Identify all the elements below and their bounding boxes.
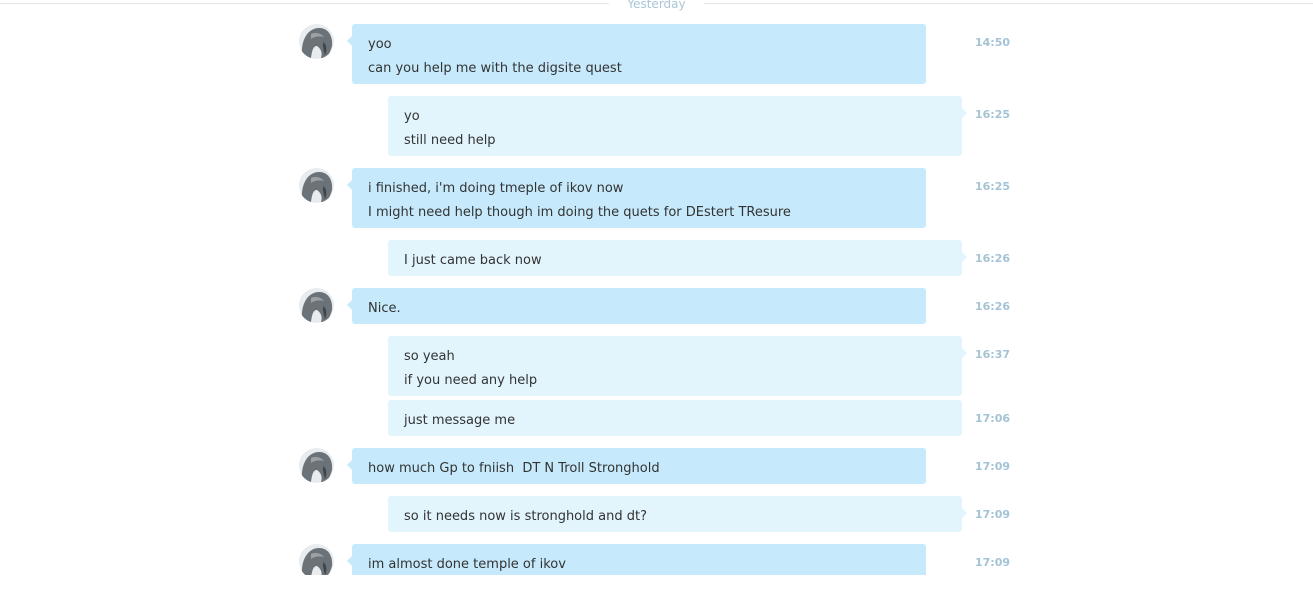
message-timestamp: 16:26 (974, 300, 1010, 313)
message-text: so it needs now is stronghold and dt? (404, 509, 647, 524)
message-bubble[interactable]: just message me (388, 400, 962, 436)
message-timestamp: 16:37 (974, 348, 1010, 361)
message-text: Nice. (368, 301, 401, 316)
contact-avatar[interactable] (299, 288, 334, 323)
message-text: if you need any help (404, 373, 538, 388)
message-text: can you help me with the digsite quest (368, 61, 622, 76)
message-bubble[interactable]: i finished, i'm doing tmeple of ikov now… (347, 168, 926, 228)
message-text: still need help (404, 133, 496, 148)
message-timestamp: 17:09 (974, 460, 1010, 473)
message-timestamp: 16:26 (974, 252, 1010, 265)
contact-avatar[interactable] (299, 544, 334, 575)
contact-avatar[interactable] (299, 24, 334, 59)
message-timestamp: 16:25 (974, 180, 1010, 193)
message-text: i finished, i'm doing tmeple of ikov now (368, 181, 624, 196)
message-bubble[interactable]: I just came back now (388, 240, 967, 276)
contact-avatar[interactable] (299, 168, 334, 203)
message-text: im almost done temple of ikov (368, 557, 566, 572)
date-divider-label: Yesterday (609, 0, 704, 12)
message-text: I just came back now (404, 253, 542, 268)
message-bubble[interactable]: im almost done temple of ikov (347, 544, 926, 575)
message-timestamp: 16:25 (974, 108, 1010, 121)
message-text: how much Gp to fniish DT N Troll Strongh… (368, 461, 660, 476)
message-timestamp: 14:50 (974, 36, 1010, 49)
message-bubble[interactable]: yoo can you help me with the digsite que… (347, 24, 926, 84)
chat-history[interactable]: Yesterday yoo can you help me with the d… (0, 0, 1313, 575)
message-timestamp: 17:06 (974, 412, 1010, 425)
message-text: so yeah (404, 349, 455, 364)
message-text: yo (404, 109, 420, 124)
message-bubble[interactable]: so yeah if you need any help (388, 336, 967, 396)
message-timestamp: 17:09 (974, 556, 1010, 569)
message-bubble[interactable]: yo still need help (388, 96, 967, 156)
message-bubble[interactable]: Nice. (347, 288, 926, 324)
message-text: yoo (368, 37, 392, 52)
message-bubble[interactable]: so it needs now is stronghold and dt? (388, 496, 967, 532)
message-text: just message me (404, 413, 516, 428)
message-text: I might need help though im doing the qu… (368, 205, 791, 220)
message-bubble[interactable]: how much Gp to fniish DT N Troll Strongh… (347, 448, 926, 484)
contact-avatar[interactable] (299, 448, 334, 483)
message-timestamp: 17:09 (974, 508, 1010, 521)
date-divider: Yesterday (0, 0, 1313, 12)
